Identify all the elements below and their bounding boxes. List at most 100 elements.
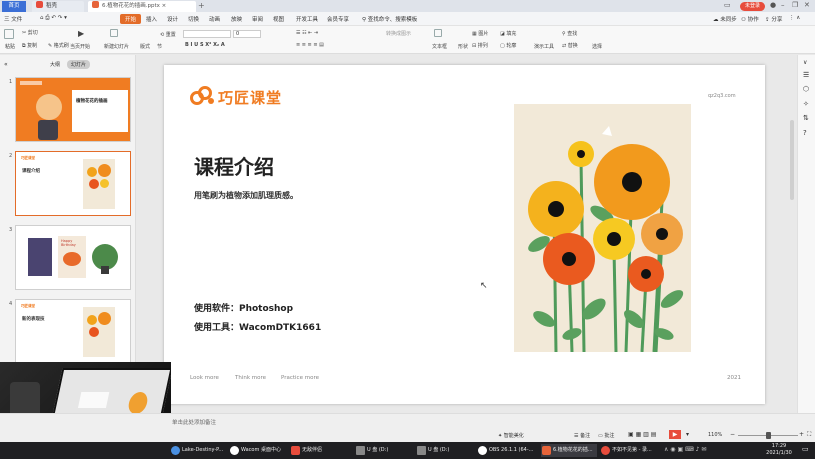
properties-icon[interactable]: ☰ (803, 71, 809, 79)
arrange-button[interactable]: ⊟ 排列 (472, 42, 488, 49)
taskbar-item-companion[interactable]: 无敌伴侣 (290, 444, 346, 457)
view-buttons[interactable]: ▣ ▦ ▥ ▤ (628, 431, 656, 438)
tray-icons[interactable]: ∧ ◉ ▣ ⌨ ♪ ✉ (664, 446, 706, 453)
menu-view[interactable]: 视图 (273, 15, 284, 23)
taskbar-item-wacom[interactable]: Wacom 桌面中心 (229, 444, 285, 457)
zoom-dropdown-icon[interactable]: ▾ (686, 431, 689, 438)
taskbar-item-usb-2[interactable]: U 盘 (D:) (416, 444, 472, 457)
menu-file[interactable]: 三 文件 (4, 15, 22, 23)
transition-icon[interactable]: ⇅ (803, 114, 809, 122)
shape-format-icon[interactable]: ⬡ (803, 85, 809, 93)
thumb-pot (101, 266, 109, 274)
notes-button[interactable]: ☰ 备注 (574, 432, 590, 439)
new-tab-button[interactable]: + (198, 1, 205, 10)
quick-access-icons[interactable]: ⌂ ⎙ ↶ ↷ ▾ (40, 15, 67, 22)
font-size-field[interactable]: 0 (233, 30, 261, 38)
play-icon[interactable]: ▶ (78, 29, 84, 38)
more-icon[interactable]: ⋮ ∧ (789, 15, 800, 21)
menu-design[interactable]: 设计 (167, 15, 178, 23)
paragraph-buttons[interactable]: ☰ ☷ ⇤ ⇥ (296, 30, 318, 36)
tab-document[interactable]: 6.植物花花的插画.pptx × (88, 1, 196, 12)
close-tab-icon[interactable]: × (162, 3, 167, 9)
tab-document-label: 6.植物花花的插画.pptx (102, 3, 160, 9)
new-slide-button[interactable]: 新建幻灯片 (104, 43, 129, 50)
clock-date[interactable]: 2021/1/30 (762, 450, 796, 456)
copy-button[interactable]: ⧉ 复制 (22, 42, 37, 49)
tab-home[interactable]: 首页 (2, 1, 26, 12)
menu-insert[interactable]: 插入 (146, 15, 157, 23)
help-icon[interactable]: ? (803, 129, 807, 137)
avatar[interactable]: ● (770, 1, 776, 9)
slide-thumbnail-1[interactable]: 植物花花的插画 (15, 77, 131, 142)
animation-icon[interactable]: ✧ (803, 100, 809, 108)
play-from-current[interactable]: 当页开始 (70, 43, 90, 50)
minimize-icon[interactable]: – (781, 1, 785, 9)
align-buttons[interactable]: ≡ ≡ ≡ ≡ ▤ (296, 42, 324, 48)
taskbar-item-wps[interactable]: 6.植物花花的插... (541, 444, 597, 457)
fill-button[interactable]: ◪ 填充 (500, 30, 516, 37)
paste-button[interactable] (4, 29, 16, 39)
picture-button[interactable]: ▦ 图片 (472, 30, 488, 37)
menu-start[interactable]: 开始 (120, 14, 142, 24)
beautify-button[interactable]: ✦ 智能美化 (498, 432, 524, 439)
drive-icon (356, 446, 365, 455)
clock-time[interactable]: 17:29 (762, 443, 796, 449)
tab-outline[interactable]: 大纲 (50, 61, 60, 68)
tool-line: 使用工具：WacomDTK1661 (194, 323, 322, 333)
collab-button[interactable]: ⚇ 协作 (741, 15, 759, 23)
slide-canvas[interactable]: 巧匠课堂 qz2q3.com 课程介绍 用笔刷为植物添加肌理质感。 使用软件：P… (164, 65, 765, 404)
menu-developer[interactable]: 开发工具 (296, 15, 318, 23)
presenter-tools[interactable]: 演示工具 (534, 43, 554, 50)
tab-slides[interactable]: 幻灯片 (67, 60, 91, 69)
share-button[interactable]: ⇪ 分享 (765, 15, 782, 23)
format-painter-button[interactable]: ✎ 格式刷 (48, 42, 69, 49)
convert-smartart[interactable]: 转换成图示 (386, 30, 411, 37)
find-button[interactable]: ⚲ 查找 (562, 30, 577, 37)
slideshow-play-button[interactable]: ▶ (669, 430, 681, 439)
zoom-level[interactable]: 110% (708, 432, 722, 438)
menu-animation[interactable]: 动画 (209, 15, 220, 23)
outline-button[interactable]: ▢ 轮廓 (500, 42, 516, 49)
layout-icon[interactable]: ▭ (724, 1, 731, 9)
zoom-in-icon[interactable]: + (799, 431, 804, 438)
shape-button[interactable]: 形状 (458, 43, 468, 50)
tab-docer[interactable]: 稻壳 (32, 1, 84, 12)
replace-button[interactable]: ⇄ 替换 (562, 42, 578, 49)
textbox-icon[interactable] (434, 29, 444, 37)
notification-icon[interactable]: ▭ (802, 445, 809, 453)
zoom-out-icon[interactable]: − (730, 431, 735, 438)
taskbar-item-usb-1[interactable]: U 盘 (D:) (355, 444, 411, 457)
command-search[interactable]: ⚲ 查找命令、搜索模板 (362, 15, 417, 23)
menu-transition[interactable]: 切换 (188, 15, 199, 23)
slide-thumbnail-4[interactable]: 巧匠课堂 新的表现技 (15, 299, 131, 364)
slide-thumbnail-3[interactable]: Happy Birthday (15, 225, 131, 290)
menu-slideshow[interactable]: 放映 (231, 15, 242, 23)
comments-button[interactable]: ▭ 批注 (598, 432, 614, 439)
taskbar-item-music[interactable]: 不如不见第 - 录... (600, 444, 658, 457)
textbox-button[interactable]: 文本框 (432, 43, 447, 50)
format-buttons[interactable]: B I U S X² X₂ A (185, 42, 225, 48)
collapse-icon[interactable]: ∨ (803, 59, 807, 66)
select-button[interactable]: 选择 (592, 43, 602, 50)
menu-review[interactable]: 审阅 (252, 15, 263, 23)
section-button[interactable]: 节 (157, 43, 162, 50)
slide-scrollbar[interactable] (790, 120, 794, 200)
layout-button[interactable]: 版式 (140, 43, 150, 50)
collapse-panel-icon[interactable]: « (4, 61, 8, 68)
reset-button[interactable]: ⟲ 重置 (160, 31, 176, 38)
notes-placeholder[interactable]: 单击此处添加备注 (172, 418, 216, 426)
zoom-slider-thumb[interactable] (766, 432, 771, 439)
close-icon[interactable]: ✕ (804, 1, 810, 9)
taskbar-item-browser[interactable]: Lake-Destiny-P... (170, 444, 226, 457)
fit-window-icon[interactable]: ⛶ (807, 431, 811, 439)
unsynced-button[interactable]: ☁ 未同步 (713, 15, 737, 23)
collab-label: 协作 (747, 17, 759, 23)
login-button[interactable]: 未登录 (740, 2, 766, 11)
menu-member[interactable]: 会员专享 (327, 15, 349, 23)
restore-icon[interactable]: ❐ (792, 1, 798, 9)
taskbar-item-obs[interactable]: OBS 26.1.1 (64-... (477, 444, 539, 457)
font-name-field[interactable] (183, 30, 231, 38)
new-slide-icon[interactable] (110, 29, 120, 37)
slide-thumbnail-2[interactable]: 巧匠课堂 课程介绍 (15, 151, 131, 216)
cut-button[interactable]: ✂ 剪切 (22, 29, 38, 36)
